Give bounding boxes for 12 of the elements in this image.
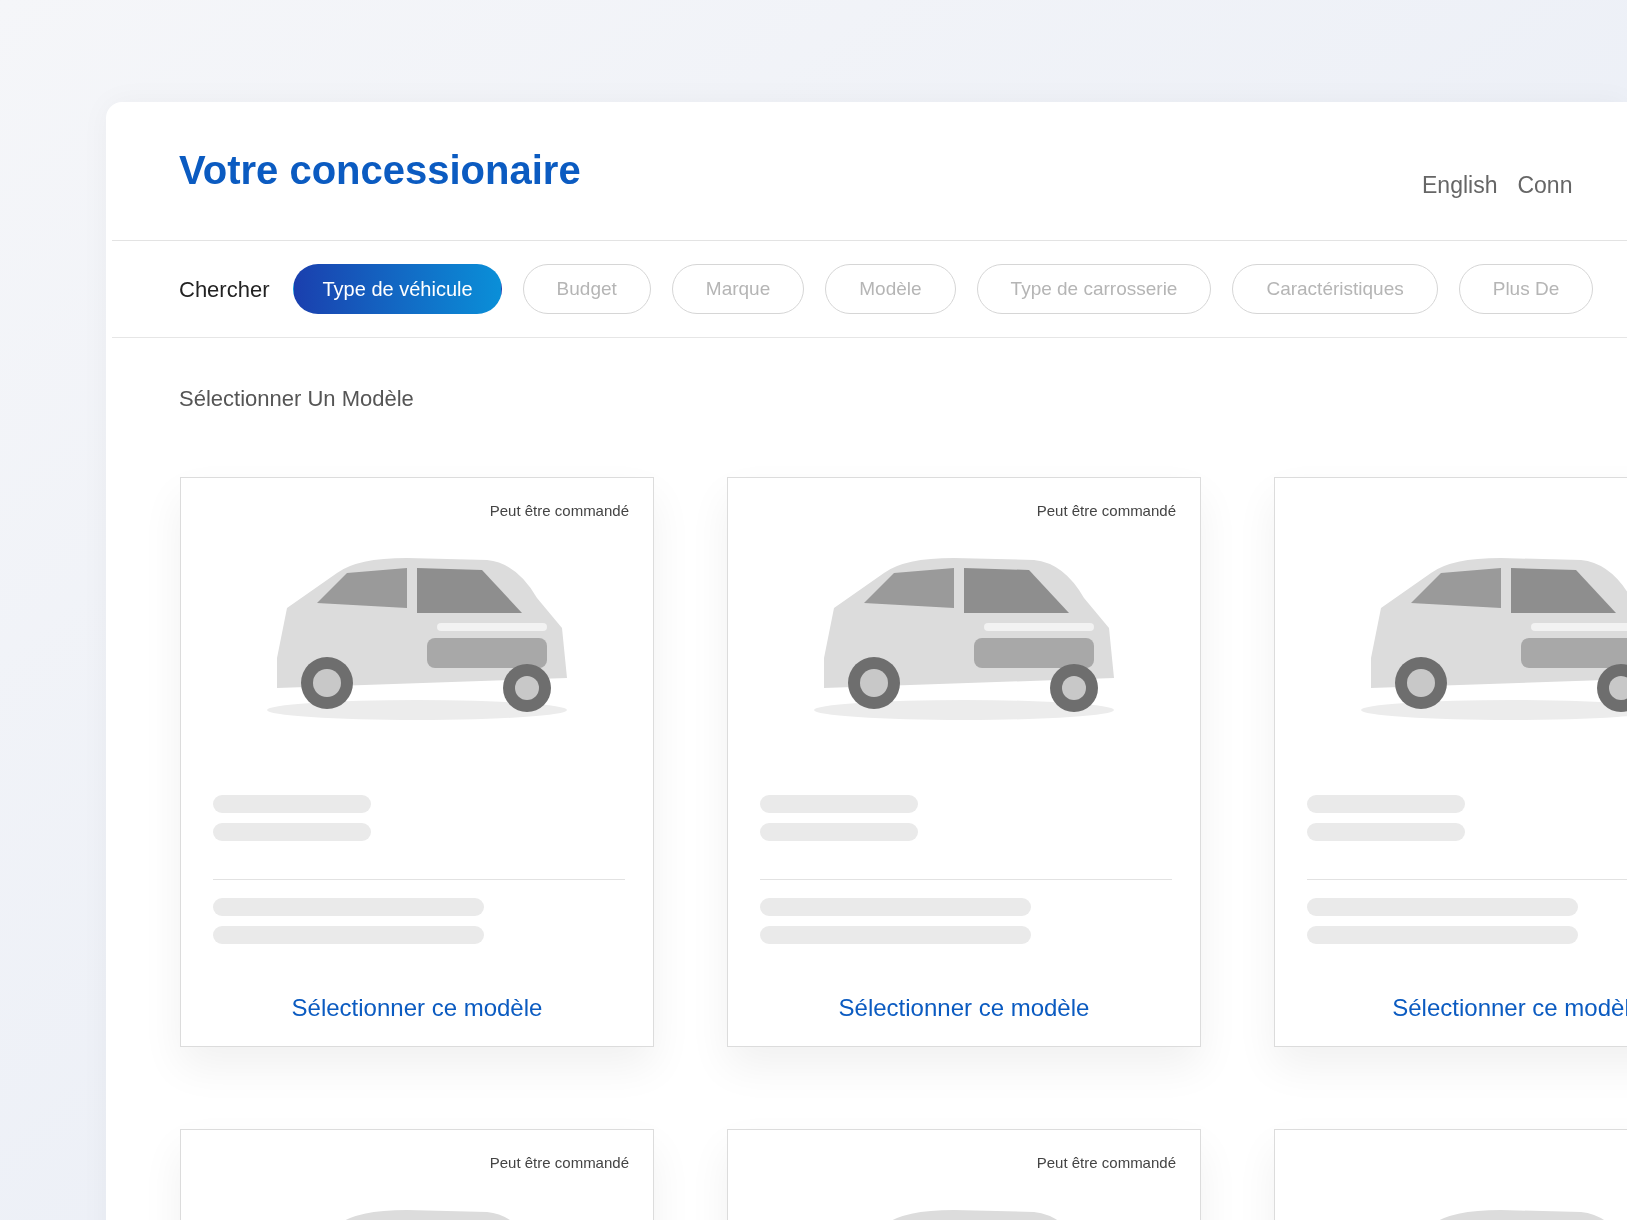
nav-link[interactable]: English: [1422, 167, 1498, 202]
site-title: Votre concessionaire: [179, 150, 581, 190]
availability-label: Peut être commandé: [1036, 501, 1176, 520]
select-model-link[interactable]: Sélectionner ce modèle: [838, 990, 1090, 1026]
availability-label: Peut être commandé: [489, 501, 629, 520]
availability-label: Peut être commandé: [1036, 1153, 1176, 1172]
filter-chip[interactable]: Type de véhicule: [293, 264, 502, 314]
search-label: Chercher: [179, 275, 270, 304]
select-model-link[interactable]: Sélectionner ce modèle: [291, 990, 543, 1026]
availability-label: Peut être commandé: [489, 1153, 629, 1172]
section-title: Sélectionner Un Modèle: [178, 385, 415, 413]
nav-link[interactable]: Conn: [1517, 167, 1573, 202]
